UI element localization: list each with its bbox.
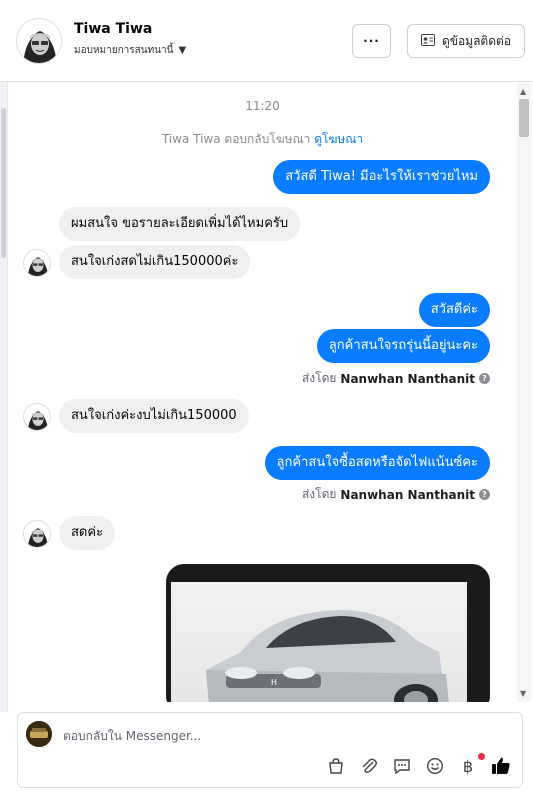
assign-conversation[interactable]: มอบหมายการสนทนานี้ ▼ bbox=[74, 43, 186, 58]
sent-by-name: Nanwhan Nanthanit bbox=[340, 371, 475, 386]
left-scroll-edge bbox=[0, 82, 8, 712]
message-bubble-incoming[interactable]: สดค่ะ bbox=[59, 516, 116, 550]
ad-reply-text: Tiwa Tiwa ตอบกลับโฆษณา bbox=[161, 132, 311, 146]
customer-name[interactable]: Tiwa Tiwa bbox=[74, 21, 152, 37]
message-bubble-outgoing[interactable]: สวัสดีค่ะ bbox=[418, 293, 490, 327]
sent-by-line: ส่งโดย Nanwhan Nanthanit ? bbox=[302, 485, 490, 504]
message-bubble-incoming[interactable]: สนใจเก่งค่ะงบไม่เกิน150000 bbox=[59, 399, 249, 433]
sent-by-name: Nanwhan Nanthanit bbox=[340, 487, 475, 502]
message-bubble-outgoing[interactable]: ลูกค้าสนใจรถรุ่นนี้อยู่นะคะ bbox=[316, 329, 490, 363]
car-photo-attachment[interactable]: H bbox=[166, 564, 490, 702]
customer-avatar-small bbox=[23, 520, 51, 548]
customer-avatar-small bbox=[23, 403, 51, 431]
composer-toolbar: ฿ bbox=[325, 753, 512, 777]
message-bubble-incoming[interactable]: ผมสนใจ ขอรายละเอียดเพิ่มได้ไหมครับ bbox=[59, 207, 301, 241]
saved-reply-icon[interactable] bbox=[391, 755, 413, 777]
emoji-icon[interactable] bbox=[424, 755, 446, 777]
view-ad-link[interactable]: ดูโฆษณา bbox=[314, 132, 363, 146]
more-options-button[interactable]: ··· bbox=[352, 24, 391, 58]
notification-dot bbox=[478, 753, 485, 760]
attachment-icon[interactable] bbox=[358, 755, 380, 777]
conversation-header: Tiwa Tiwa มอบหมายการสนทนานี้ ▼ ··· ดูข้อ… bbox=[0, 0, 533, 82]
svg-text:H: H bbox=[271, 678, 277, 687]
thread-timestamp: 11:20 bbox=[245, 99, 280, 113]
message-bubble-outgoing[interactable]: ลูกค้าสนใจซื้อสดหรือจัดไฟแน้นซ์คะ bbox=[264, 446, 490, 480]
baht-icon[interactable]: ฿ bbox=[457, 753, 485, 777]
sent-by-prefix: ส่งโดย bbox=[301, 371, 337, 385]
customer-avatar-small bbox=[23, 249, 51, 277]
scroll-down-icon[interactable]: ▼ bbox=[520, 689, 526, 698]
customer-avatar[interactable] bbox=[16, 18, 62, 64]
car-photo: H bbox=[171, 582, 467, 702]
more-icon: ··· bbox=[363, 34, 380, 48]
left-scroll-thumb[interactable] bbox=[1, 108, 6, 258]
shopping-bag-icon[interactable] bbox=[325, 755, 347, 777]
assign-label: มอบหมายการสนทนานี้ bbox=[74, 45, 174, 56]
info-icon[interactable]: ? bbox=[479, 373, 490, 384]
thread-scrollbar[interactable]: ▲ ▼ bbox=[517, 83, 531, 702]
message-composer: ฿ bbox=[17, 712, 523, 788]
scroll-up-icon[interactable]: ▲ bbox=[520, 87, 526, 96]
like-icon[interactable] bbox=[490, 755, 512, 777]
message-bubble-incoming[interactable]: สนใจเก่งสดไม่เกิน150000ค่ะ bbox=[59, 245, 251, 279]
view-contact-button[interactable]: ดูข้อมูลติดต่อ bbox=[407, 24, 525, 58]
ad-reply-notice: Tiwa Tiwa ตอบกลับโฆษณา ดูโฆษณา bbox=[9, 130, 516, 149]
caret-down-icon: ▼ bbox=[178, 45, 187, 56]
info-icon[interactable]: ? bbox=[479, 489, 490, 500]
contact-card-icon bbox=[420, 33, 435, 49]
reply-input[interactable] bbox=[63, 726, 493, 746]
message-thread: 11:20 Tiwa Tiwa ตอบกลับโฆษณา ดูโฆษณา สวั… bbox=[9, 83, 516, 702]
page-avatar bbox=[26, 721, 52, 747]
message-bubble-outgoing[interactable]: สวัสดี Tiwa! มีอะไรให้เราช่วยไหม bbox=[273, 160, 490, 194]
sent-by-line: ส่งโดย Nanwhan Nanthanit ? bbox=[302, 369, 490, 388]
view-contact-label: ดูข้อมูลติดต่อ bbox=[441, 33, 512, 48]
sent-by-prefix: ส่งโดย bbox=[301, 487, 337, 501]
scroll-thumb[interactable] bbox=[519, 99, 529, 137]
